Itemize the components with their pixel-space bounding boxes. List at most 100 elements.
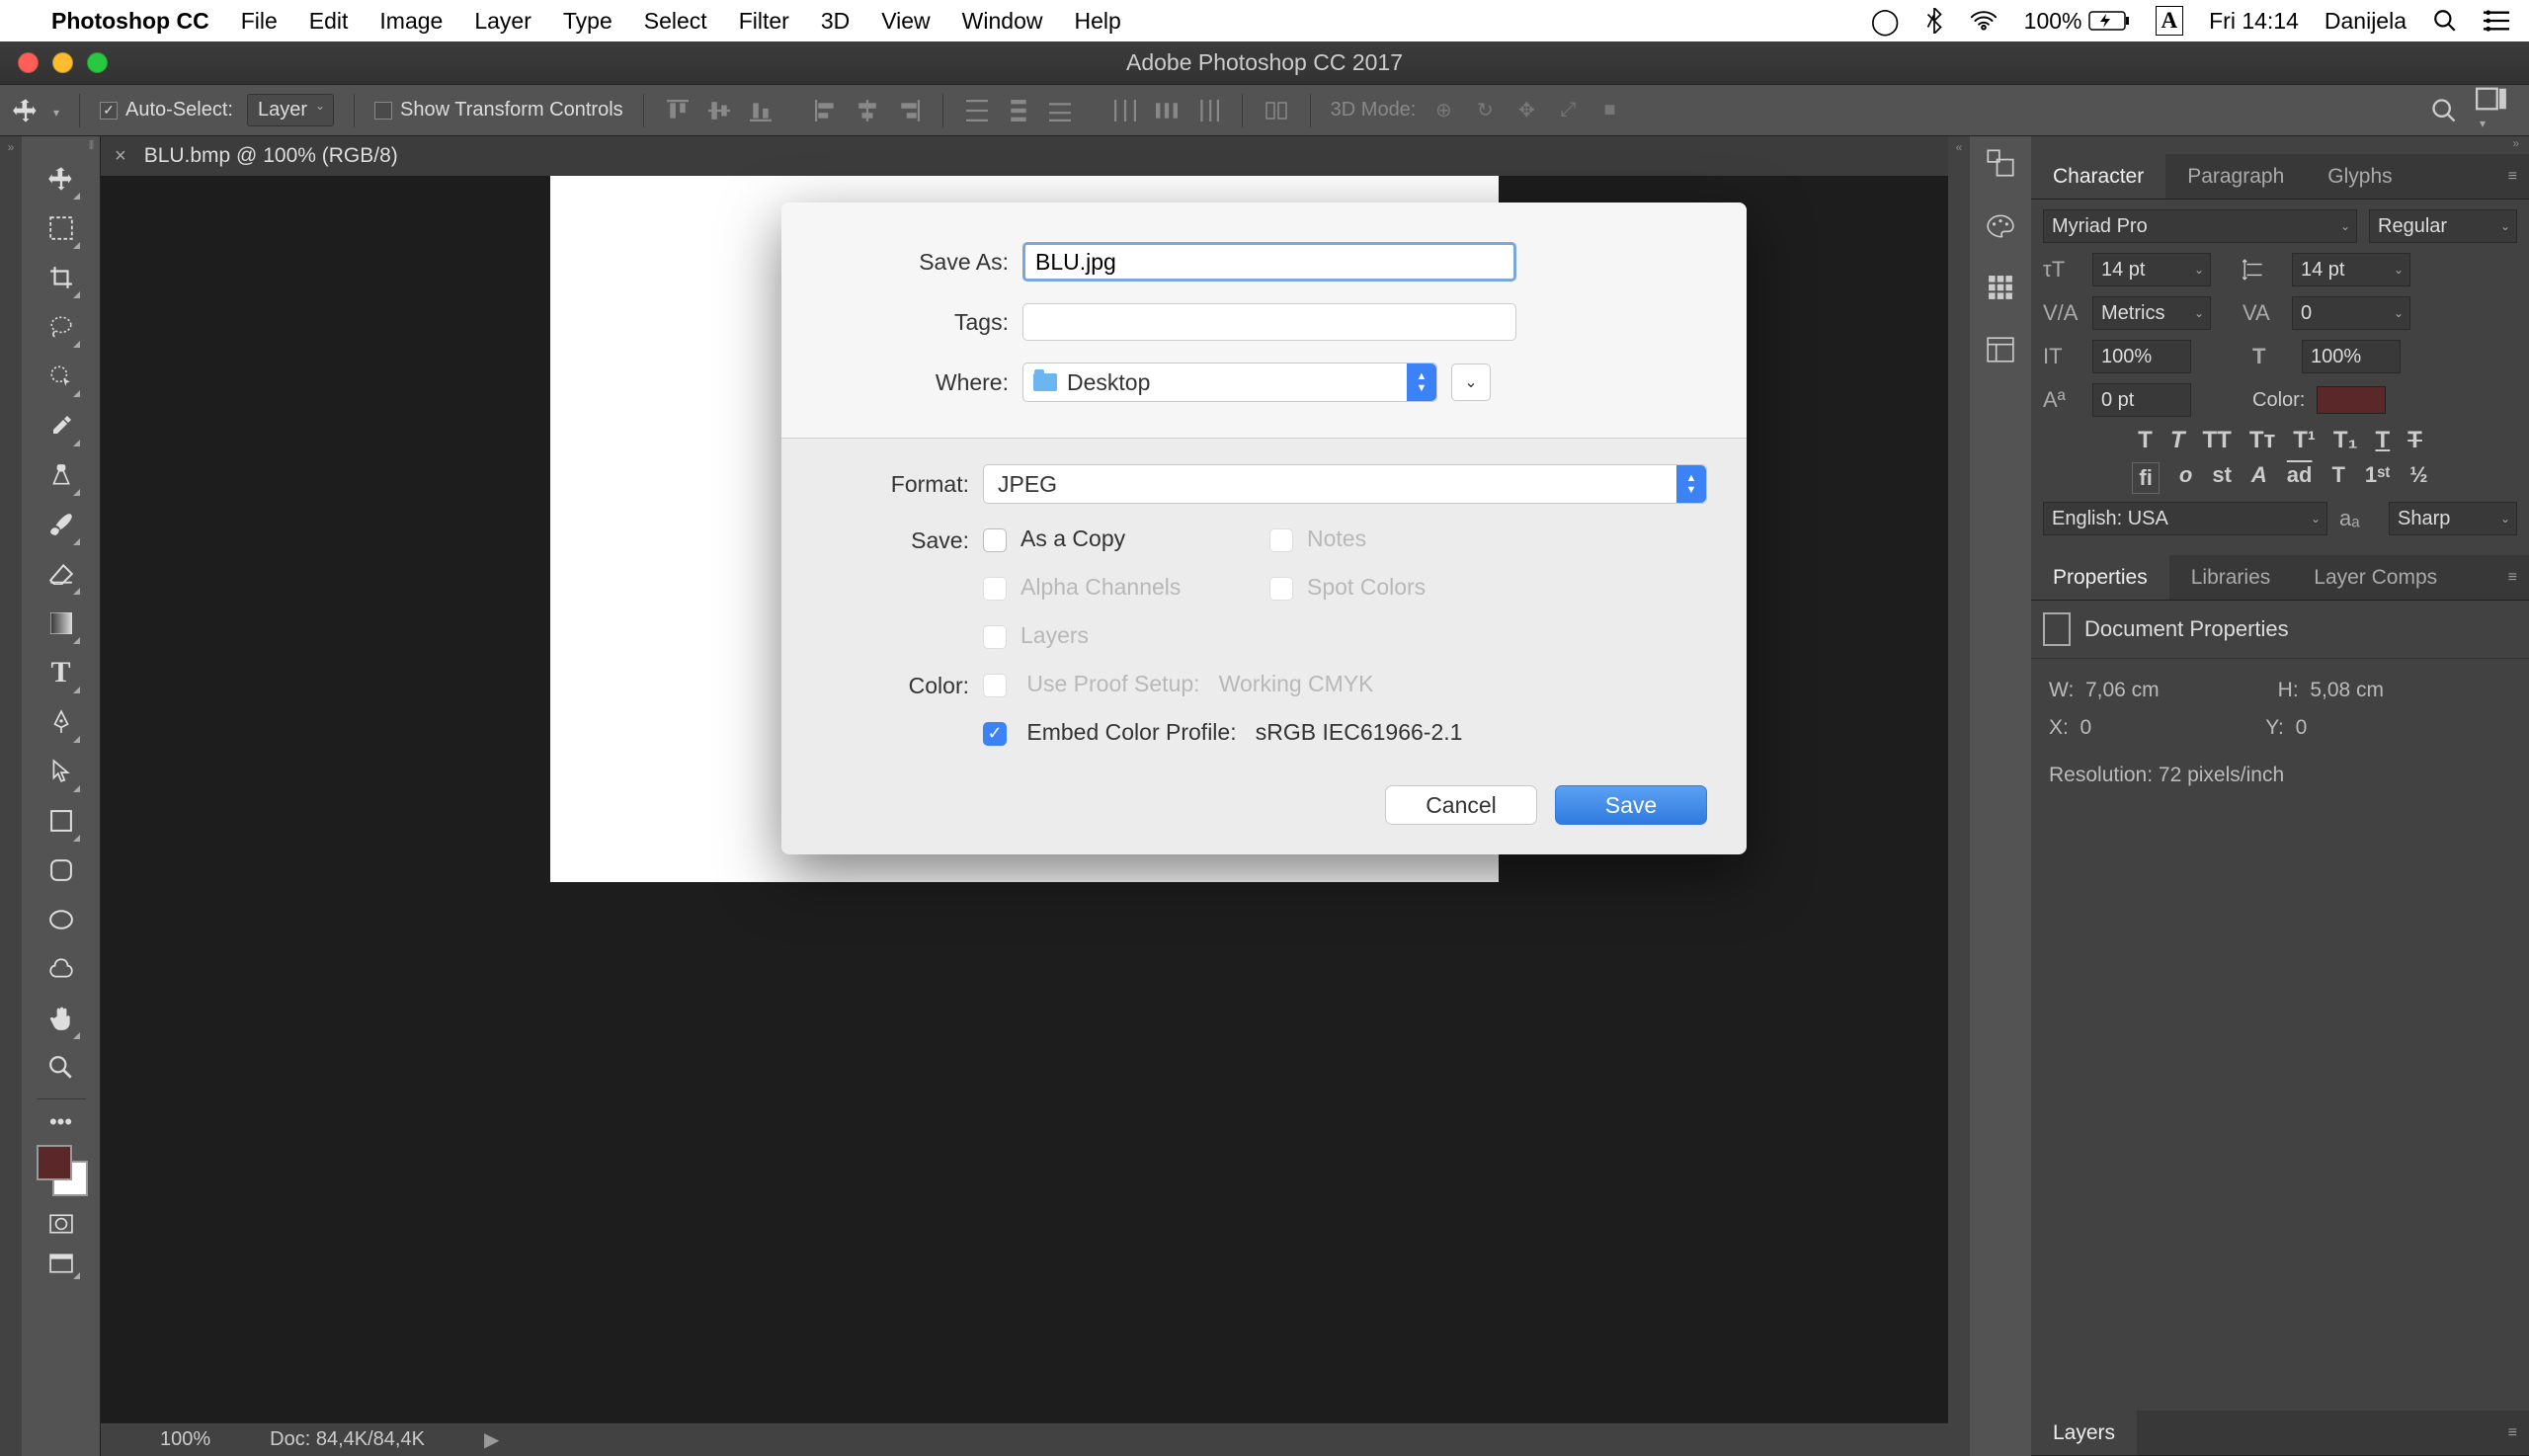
lasso-tool[interactable] bbox=[41, 302, 82, 352]
superscript-button[interactable]: T¹ bbox=[2293, 427, 2316, 454]
rounded-rect-tool[interactable] bbox=[41, 846, 82, 895]
align-bottom-icon[interactable] bbox=[747, 97, 775, 124]
underline-button[interactable]: T bbox=[2376, 427, 2391, 454]
quick-select-tool[interactable] bbox=[41, 352, 82, 401]
ligatures-button[interactable]: fi bbox=[2132, 462, 2159, 494]
3d-slide-icon[interactable]: ⤢ bbox=[1554, 97, 1582, 124]
edit-toolbar[interactable]: ••• bbox=[41, 1105, 82, 1139]
document-tab[interactable]: BLU.bmp @ 100% (RGB/8) bbox=[144, 144, 398, 168]
type-tool[interactable]: T bbox=[41, 648, 82, 697]
wifi-icon[interactable] bbox=[1969, 10, 1999, 32]
panel-menu-icon[interactable]: ≡ bbox=[2496, 154, 2529, 199]
brushes-panel-icon[interactable] bbox=[1986, 336, 2015, 364]
gradient-tool[interactable] bbox=[41, 599, 82, 648]
menu-window[interactable]: Window bbox=[962, 8, 1043, 35]
screen-mode-toggle[interactable] bbox=[41, 1244, 82, 1283]
panel-collapse-icon[interactable]: » bbox=[2031, 136, 2529, 154]
font-size-select[interactable]: 14 pt⌄ bbox=[2092, 253, 2211, 286]
hand-tool[interactable] bbox=[41, 994, 82, 1043]
3d-roll-icon[interactable]: ↻ bbox=[1471, 97, 1499, 124]
align-right-icon[interactable] bbox=[895, 97, 923, 124]
path-select-tool[interactable] bbox=[41, 747, 82, 796]
3d-camera-icon[interactable]: ■ bbox=[1595, 97, 1623, 124]
language-select[interactable]: English: USA⌄ bbox=[2043, 502, 2327, 535]
history-panel-icon[interactable] bbox=[1986, 148, 2015, 178]
tab-character[interactable]: Character bbox=[2031, 154, 2165, 199]
panel-menu-icon[interactable]: ≡ bbox=[2496, 1411, 2529, 1455]
menu-edit[interactable]: Edit bbox=[309, 8, 349, 35]
menubar-user[interactable]: Danijela bbox=[2325, 8, 2407, 35]
auto-select-target[interactable]: Layer ⌄ bbox=[247, 94, 334, 126]
marquee-tool[interactable] bbox=[41, 203, 82, 253]
contextual-alt-button[interactable]: o bbox=[2179, 462, 2192, 494]
menubar-clock[interactable]: Fri 14:14 bbox=[2209, 8, 2299, 35]
crop-tool[interactable] bbox=[41, 253, 82, 302]
custom-shape-tool[interactable] bbox=[41, 944, 82, 994]
discretionary-button[interactable]: st bbox=[2212, 462, 2232, 494]
search-icon[interactable] bbox=[2430, 97, 2458, 124]
pen-tool[interactable] bbox=[41, 697, 82, 747]
battery-status[interactable]: 100% bbox=[2024, 8, 2130, 35]
menu-3d[interactable]: 3D bbox=[821, 8, 850, 35]
zoom-tool[interactable] bbox=[41, 1043, 82, 1092]
creative-cloud-icon[interactable]: ◯ bbox=[1871, 6, 1900, 37]
status-doc-size[interactable]: Doc: 84,4K/84,4K bbox=[270, 1428, 425, 1451]
healing-brush-tool[interactable] bbox=[41, 450, 82, 500]
move-tool[interactable] bbox=[41, 154, 82, 203]
tab-properties[interactable]: Properties bbox=[2031, 555, 2169, 600]
distribute-bottom-icon[interactable] bbox=[1046, 97, 1074, 124]
auto-select-checkbox[interactable]: ✓ Auto-Select: bbox=[100, 99, 233, 121]
stylistic-alt-button[interactable]: ad bbox=[2287, 462, 2313, 494]
leading-select[interactable]: 14 pt⌄ bbox=[2292, 253, 2410, 286]
subscript-button[interactable]: T₁ bbox=[2333, 427, 2358, 454]
notification-center-icon[interactable] bbox=[2484, 10, 2509, 32]
color-swatches[interactable] bbox=[37, 1145, 86, 1204]
workspace-switcher-icon[interactable]: ▾ bbox=[2476, 87, 2507, 133]
document-tab-close[interactable]: × bbox=[115, 145, 126, 168]
ordinals-button[interactable]: 1ˢᵗ bbox=[2365, 462, 2390, 494]
auto-align-icon[interactable] bbox=[1263, 97, 1290, 124]
rectangle-tool[interactable] bbox=[41, 796, 82, 846]
baseline-input[interactable]: 0 pt bbox=[2092, 383, 2191, 417]
show-transform-checkbox[interactable]: Show Transform Controls bbox=[374, 99, 623, 121]
smallcaps-button[interactable]: Tᴛ bbox=[2249, 427, 2275, 454]
panel-menu-icon[interactable]: ≡ bbox=[2496, 555, 2529, 600]
eraser-tool[interactable] bbox=[41, 549, 82, 599]
align-top-icon[interactable] bbox=[664, 97, 692, 124]
font-style-select[interactable]: Regular⌄ bbox=[2369, 209, 2517, 243]
antialias-select[interactable]: Sharp⌄ bbox=[2389, 502, 2517, 535]
menu-image[interactable]: Image bbox=[379, 8, 443, 35]
fractions-button[interactable]: ½ bbox=[2409, 462, 2427, 494]
align-left-icon[interactable] bbox=[812, 97, 840, 124]
font-family-select[interactable]: Myriad Pro⌄ bbox=[2043, 209, 2357, 243]
tracking-select[interactable]: 0⌄ bbox=[2292, 296, 2410, 330]
align-vcenter-icon[interactable] bbox=[705, 97, 733, 124]
input-source[interactable]: A bbox=[2156, 6, 2184, 36]
ellipse-tool[interactable] bbox=[41, 895, 82, 944]
faux-bold-button[interactable]: T bbox=[2138, 427, 2153, 454]
menu-type[interactable]: Type bbox=[563, 8, 612, 35]
menu-layer[interactable]: Layer bbox=[474, 8, 531, 35]
distribute-right-icon[interactable] bbox=[1194, 97, 1222, 124]
swatches-panel-icon[interactable] bbox=[1988, 275, 2013, 300]
left-collapse-strip[interactable]: » bbox=[0, 136, 22, 1456]
3d-pan-icon[interactable]: ✥ bbox=[1512, 97, 1540, 124]
tab-layers[interactable]: Layers bbox=[2031, 1411, 2137, 1455]
right-collapse-strip[interactable]: « bbox=[1948, 136, 1970, 1456]
swash-button[interactable]: A bbox=[2251, 462, 2267, 494]
strikethrough-button[interactable]: T bbox=[2407, 427, 2422, 454]
canvas-document[interactable] bbox=[550, 176, 1499, 882]
menu-select[interactable]: Select bbox=[644, 8, 707, 35]
hscale-input[interactable]: 100% bbox=[2302, 340, 2401, 373]
titling-button[interactable]: T bbox=[2331, 462, 2344, 494]
window-close-button[interactable] bbox=[18, 52, 39, 73]
tab-libraries[interactable]: Libraries bbox=[2169, 555, 2293, 600]
menu-file[interactable]: File bbox=[241, 8, 278, 35]
brush-tool[interactable] bbox=[41, 500, 82, 549]
panel-grip-icon[interactable]: ⫴ bbox=[22, 136, 100, 154]
status-arrow-icon[interactable]: ▶ bbox=[484, 1427, 499, 1452]
tab-glyphs[interactable]: Glyphs bbox=[2306, 154, 2413, 199]
distribute-vcenter-icon[interactable] bbox=[1005, 97, 1032, 124]
color-panel-icon[interactable] bbox=[1986, 213, 2015, 239]
status-zoom[interactable]: 100% bbox=[160, 1428, 210, 1451]
